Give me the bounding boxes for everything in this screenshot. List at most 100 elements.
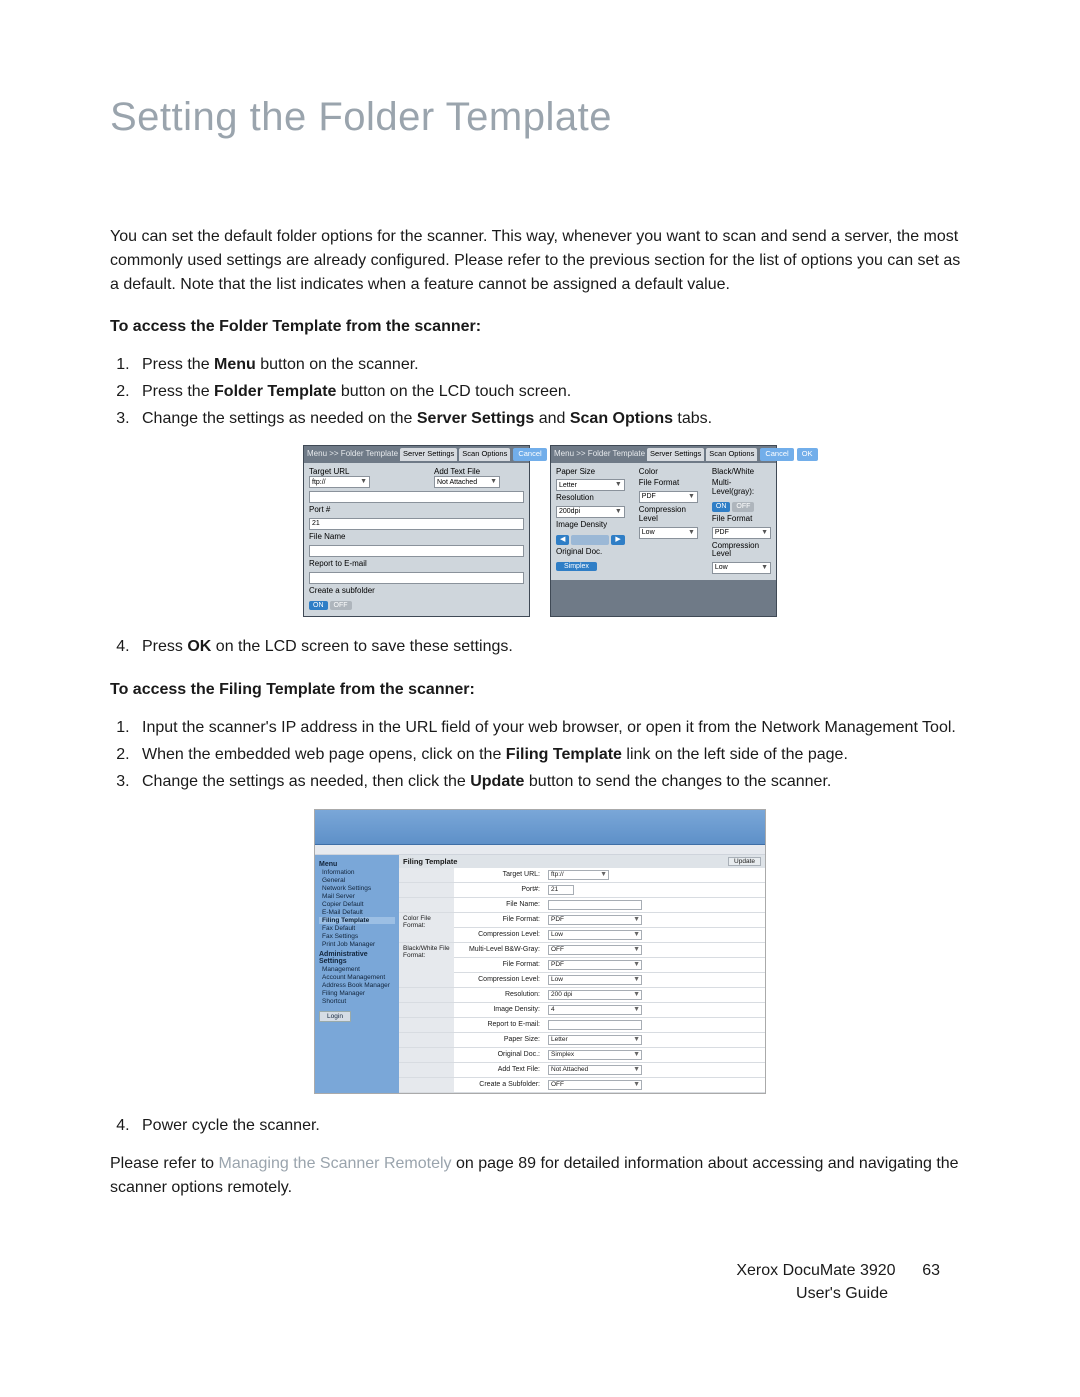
subfolder-label: Create a Subfolder: [454, 1078, 544, 1093]
lcd-figures: Menu >> Folder Template Server Settings … [110, 445, 970, 617]
color-format-select[interactable]: PDF▼ [548, 915, 642, 925]
tab-scan-options[interactable]: Scan Options [459, 448, 510, 460]
login-button[interactable]: Login [319, 1011, 351, 1022]
section1-list-cont: Press OK on the LCD screen to save these… [134, 635, 970, 660]
color-compression-select[interactable]: Low▼ [548, 930, 642, 940]
cancel-button[interactable]: Cancel [760, 448, 793, 460]
list-item: Change the settings as needed on the Ser… [134, 407, 970, 432]
cancel-button[interactable]: Cancel [513, 448, 546, 460]
subfolder-label: Create a subfolder [309, 587, 524, 596]
bw-compression-select[interactable]: Low▼ [548, 975, 642, 985]
sidebar-item-fax-default[interactable]: Fax Default [319, 925, 395, 932]
report-input[interactable] [309, 572, 524, 584]
bw-format-select[interactable]: PDF▼ [548, 960, 642, 970]
compression-select[interactable]: Low▼ [639, 527, 698, 539]
tab-scan-options[interactable]: Scan Options [706, 448, 757, 460]
list-item: When the embedded web page opens, click … [134, 743, 970, 768]
add-text-select[interactable]: Not Attached▼ [434, 476, 500, 488]
port-input[interactable]: 21 [309, 518, 524, 530]
file-name-input[interactable] [309, 545, 524, 557]
density-label: Image Density [556, 521, 625, 530]
addtext-label: Add Text File: [454, 1063, 544, 1078]
sidebar-item-filing-mgr[interactable]: Filing Manager [319, 990, 395, 997]
section2-heading: To access the Filing Template from the s… [110, 678, 970, 702]
list-item: Change the settings as needed, then clic… [134, 770, 970, 795]
list-item: Power cycle the scanner. [134, 1114, 970, 1139]
section2-list: Input the scanner's IP address in the UR… [134, 716, 970, 794]
section2-list-cont: Power cycle the scanner. [134, 1114, 970, 1139]
ok-button[interactable]: OK [797, 448, 818, 460]
bw-label: Black/White [712, 468, 771, 477]
format-select[interactable]: PDF▼ [639, 491, 698, 503]
tab-server-settings[interactable]: Server Settings [400, 448, 457, 460]
bw-format-select[interactable]: PDF▼ [712, 527, 771, 539]
target-url-input[interactable] [309, 491, 524, 503]
page: Setting the Folder Template You can set … [0, 0, 1080, 1365]
original-label: Original Doc.: [454, 1048, 544, 1063]
web-panel-title: Filing Template [403, 857, 457, 866]
color-group-label: Color File Format: [399, 913, 454, 943]
color-label: Color [639, 468, 698, 477]
paper-label: Paper Size [556, 468, 625, 477]
web-toolbar [315, 845, 765, 855]
bw-compression-label: Compression Level [712, 542, 771, 560]
web-admin-screenshot: Menu Information General Network Setting… [314, 809, 766, 1094]
sidebar-item-email[interactable]: E-Mail Default [319, 909, 395, 916]
list-item: Press the Folder Template button on the … [134, 380, 970, 405]
resolution-select[interactable]: 200dpi▼ [556, 506, 625, 518]
page-title: Setting the Folder Template [110, 95, 970, 140]
file-format-label: File Format [639, 479, 698, 488]
subfolder-toggle[interactable]: ON OFF [309, 601, 524, 611]
original-select[interactable]: Simplex▼ [548, 1050, 642, 1060]
simplex-button[interactable]: Simplex [556, 562, 625, 572]
sidebar-item-addressbook[interactable]: Address Book Manager [319, 982, 395, 989]
target-url-select[interactable]: ftp://▼ [548, 870, 609, 880]
subfolder-select[interactable]: OFF▼ [548, 1080, 642, 1090]
multi-label: Multi-Level B&W-Gray: [454, 943, 544, 958]
paper-select[interactable]: Letter▼ [556, 479, 625, 491]
sidebar-item-mail[interactable]: Mail Server [319, 893, 395, 900]
resolution-label: Resolution: [454, 988, 544, 1003]
sidebar-item-general[interactable]: General [319, 877, 395, 884]
file-name-label: File Name [309, 533, 524, 542]
sidebar-admin-heading: Administrative Settings [319, 951, 395, 965]
port-label: Port # [309, 506, 524, 515]
compression-label: Compression Level [639, 506, 698, 524]
report-input[interactable] [548, 1020, 642, 1030]
section1-heading: To access the Folder Template from the s… [110, 315, 970, 339]
bw-compression-select[interactable]: Low▼ [712, 562, 771, 574]
footer-product: Xerox DocuMate 3920 [736, 1262, 895, 1279]
port-input[interactable]: 21 [548, 885, 574, 895]
resolution-select[interactable]: 200 dpi▼ [548, 990, 642, 1000]
sidebar-item-filing-template[interactable]: Filing Template [319, 917, 395, 924]
paper-select[interactable]: Letter▼ [548, 1035, 642, 1045]
list-item: Press the Menu button on the scanner. [134, 353, 970, 378]
addtext-select[interactable]: Not Attached▼ [548, 1065, 642, 1075]
sidebar-item-information[interactable]: Information [319, 869, 395, 876]
density-slider[interactable]: ◀▶ [556, 535, 625, 545]
sidebar-menu-heading: Menu [319, 861, 395, 868]
original-label: Original Doc. [556, 548, 625, 557]
update-button[interactable]: Update [728, 857, 761, 866]
sidebar-item-jobmgr[interactable]: Print Job Manager [319, 941, 395, 948]
sidebar-item-network[interactable]: Network Settings [319, 885, 395, 892]
tab-server-settings[interactable]: Server Settings [647, 448, 704, 460]
add-text-label: Add Text File [434, 468, 524, 477]
sidebar-item-fax-settings[interactable]: Fax Settings [319, 933, 395, 940]
bw-group-label: Black/White File Format: [399, 943, 454, 988]
bw-format-label: File Format: [454, 958, 544, 973]
multi-select[interactable]: OFF▼ [548, 945, 642, 955]
footer-guide: User's Guide [110, 1283, 940, 1305]
bw-compression-label: Compression Level: [454, 973, 544, 988]
managing-remotely-link[interactable]: Managing the Scanner Remotely [219, 1155, 452, 1172]
footer-page-number: 63 [922, 1262, 940, 1279]
sidebar-item-copier[interactable]: Copier Default [319, 901, 395, 908]
sidebar-item-shortcut[interactable]: Shortcut [319, 998, 395, 1005]
sidebar-item-account[interactable]: Account Management [319, 974, 395, 981]
sidebar-item-management[interactable]: Management [319, 966, 395, 973]
target-url-select[interactable]: ftp://▼ [309, 476, 370, 488]
filename-input[interactable] [548, 900, 642, 910]
density-label: Image Density: [454, 1003, 544, 1018]
density-select[interactable]: 4▼ [548, 1005, 642, 1015]
multi-toggle[interactable]: ONOFF [712, 502, 771, 512]
